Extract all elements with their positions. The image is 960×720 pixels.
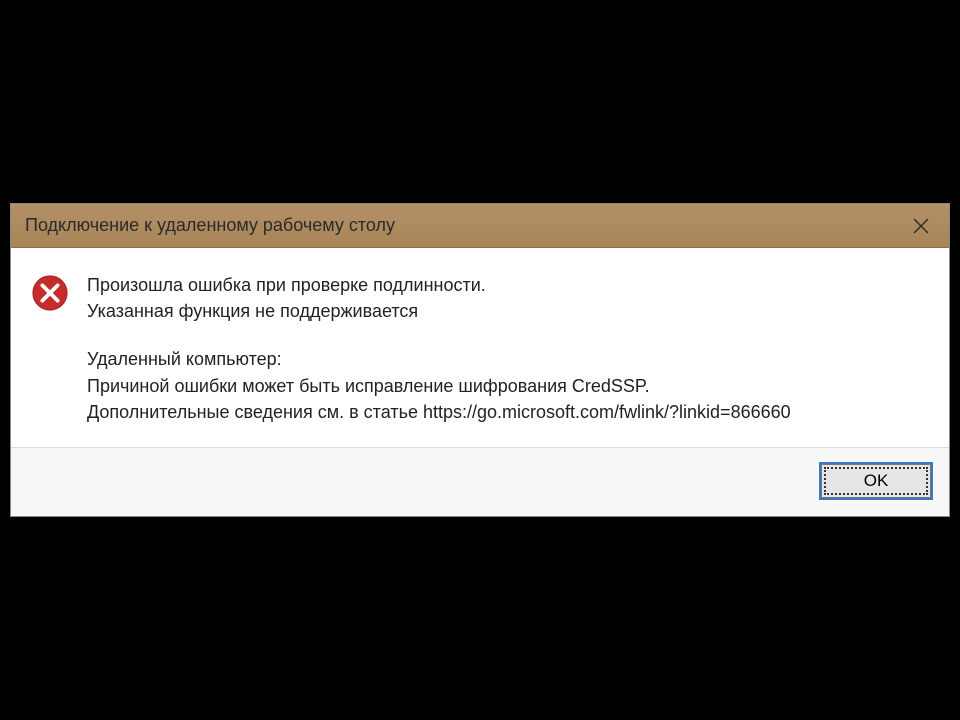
- message-line: Произошла ошибка при проверке подлинност…: [87, 272, 929, 298]
- dialog-footer: OK: [11, 448, 949, 516]
- message-line: Указанная функция не поддерживается: [87, 298, 929, 324]
- spacer: [87, 324, 929, 346]
- dialog-title: Подключение к удаленному рабочему столу: [11, 215, 395, 236]
- dialog-body: Произошла ошибка при проверке подлинност…: [11, 248, 949, 447]
- message-line: Дополнительные сведения см. в статье htt…: [87, 399, 929, 425]
- message-line: Причиной ошибки может быть исправление ш…: [87, 373, 929, 399]
- message-line: Удаленный компьютер:: [87, 346, 929, 372]
- titlebar: Подключение к удаленному рабочему столу: [11, 204, 949, 248]
- message-text: Произошла ошибка при проверке подлинност…: [87, 272, 929, 424]
- ok-button[interactable]: OK: [821, 464, 931, 498]
- error-icon: [31, 274, 69, 312]
- dialog-window: Подключение к удаленному рабочему столу …: [10, 203, 950, 516]
- close-button[interactable]: [893, 204, 949, 248]
- close-icon: [913, 218, 929, 234]
